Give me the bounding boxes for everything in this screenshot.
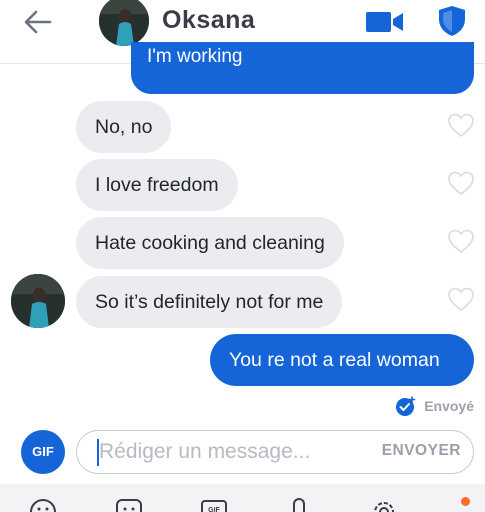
- message-text: No, no: [95, 116, 153, 138]
- message-incoming[interactable]: Hate cooking and cleaning: [76, 217, 344, 269]
- avatar[interactable]: [11, 274, 65, 328]
- gif-button[interactable]: GIF: [21, 430, 65, 474]
- message-composer: ENVOYER: [76, 430, 474, 474]
- shield-icon[interactable]: [438, 5, 466, 37]
- message-text: You re not a real woman: [229, 349, 440, 371]
- message-incoming[interactable]: I love freedom: [76, 159, 238, 211]
- gif-icon[interactable]: GIF: [200, 498, 228, 512]
- notification-dot: [461, 497, 470, 506]
- message-text: Hate cooking and cleaning: [95, 232, 325, 254]
- message-text: I'm working: [147, 46, 243, 67]
- settings-icon[interactable]: [370, 498, 398, 512]
- emoji-icon[interactable]: [29, 498, 57, 512]
- send-button[interactable]: ENVOYER: [382, 442, 461, 460]
- message-incoming[interactable]: No, no: [76, 101, 172, 153]
- message-text: I love freedom: [95, 174, 219, 196]
- like-heart-icon[interactable]: [447, 286, 475, 312]
- like-heart-icon[interactable]: [447, 170, 475, 196]
- avatar[interactable]: [99, 0, 149, 46]
- message-incoming[interactable]: So it’s definitely not for me: [76, 276, 343, 328]
- arrow-left-icon[interactable]: [20, 6, 56, 38]
- svg-text:GIF: GIF: [208, 507, 220, 512]
- delivery-status: Envoyé: [395, 396, 474, 416]
- message-input[interactable]: [99, 437, 359, 467]
- microphone-icon[interactable]: [285, 498, 313, 512]
- delivered-check-icon: [396, 396, 416, 416]
- like-heart-icon[interactable]: [447, 112, 475, 138]
- input-toolbar: GIF: [0, 484, 485, 512]
- like-heart-icon[interactable]: [447, 228, 475, 254]
- status-label: Envoyé: [424, 398, 474, 414]
- message-outgoing[interactable]: I'm working: [131, 42, 474, 94]
- message-text: So it’s definitely not for me: [95, 291, 324, 313]
- sticker-icon[interactable]: [115, 498, 143, 512]
- message-outgoing[interactable]: You re not a real woman: [210, 334, 474, 386]
- video-call-icon[interactable]: [366, 10, 404, 34]
- contact-name[interactable]: Oksana: [162, 6, 255, 35]
